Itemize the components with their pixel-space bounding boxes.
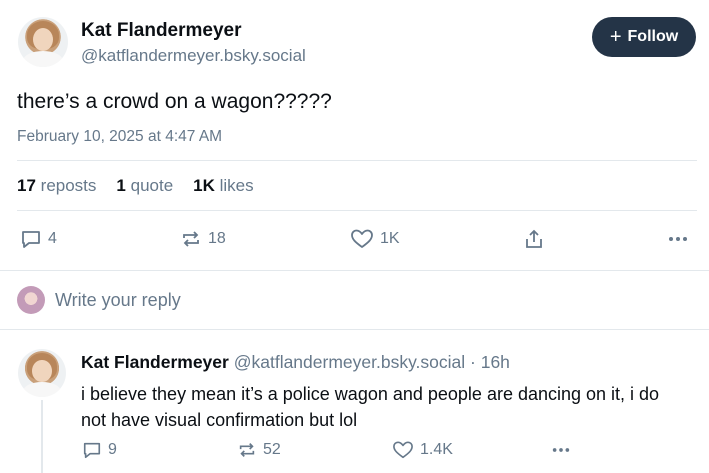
like-count: 1K xyxy=(380,230,400,247)
post-stats: 17 reposts 1 quote 1K likes xyxy=(17,176,254,196)
follow-button[interactable]: + Follow xyxy=(592,17,696,57)
reply-author-name[interactable]: Kat Flandermeyer xyxy=(81,352,229,372)
likes-count: 1K xyxy=(193,176,215,195)
likes-label: likes xyxy=(219,176,254,195)
my-avatar xyxy=(17,286,45,314)
share-button[interactable] xyxy=(523,228,545,250)
repost-count: 18 xyxy=(208,230,226,247)
ellipsis-icon xyxy=(552,448,570,452)
reply-more-options-button[interactable] xyxy=(550,440,572,460)
post-timestamp[interactable]: February 10, 2025 at 4:47 AM xyxy=(17,128,222,146)
reply-text: i believe they mean it’s a police wagon … xyxy=(81,384,660,430)
post-text: there’s a crowd on a wagon????? xyxy=(17,90,332,113)
reposts-label: reposts xyxy=(40,176,97,195)
likes-stat[interactable]: 1K likes xyxy=(193,176,253,196)
reply-time[interactable]: · 16h xyxy=(470,352,510,372)
reply-author-avatar[interactable] xyxy=(18,349,66,397)
reply-header: Kat Flandermeyer @katflandermeyer.bsky.s… xyxy=(81,352,510,373)
write-reply-input[interactable]: Write your reply xyxy=(55,290,675,311)
thread-line xyxy=(41,400,43,473)
divider-top xyxy=(17,160,697,161)
speech-bubble-icon xyxy=(22,231,40,248)
follow-label: Follow xyxy=(627,28,679,45)
quotes-count: 1 xyxy=(116,176,126,195)
avatar-face xyxy=(33,28,53,51)
share-icon xyxy=(526,229,542,248)
divider-stats xyxy=(17,210,697,211)
author-name[interactable]: Kat Flandermeyer xyxy=(81,20,242,42)
heart-icon xyxy=(351,229,373,248)
author-handle[interactable]: @katflandermeyer.bsky.social xyxy=(81,46,306,66)
repost-arrows-icon xyxy=(183,231,199,247)
reply-like-button[interactable]: 1.4K xyxy=(392,440,453,460)
ellipsis-icon xyxy=(669,237,687,241)
reply-author-handle[interactable]: @katflandermeyer.bsky.social xyxy=(234,352,465,372)
repost-arrows-icon xyxy=(239,443,255,457)
reply-count: 4 xyxy=(48,230,57,247)
reply-reply-count: 9 xyxy=(108,441,117,458)
plus-icon: + xyxy=(609,26,622,48)
reply-repost-button[interactable]: 52 xyxy=(237,440,281,460)
reply-button[interactable]: 4 xyxy=(20,228,57,250)
reply-reply-button[interactable]: 9 xyxy=(82,440,117,460)
reply-like-count: 1.4K xyxy=(420,441,453,458)
speech-bubble-icon xyxy=(83,442,101,459)
more-options-button[interactable] xyxy=(667,228,689,250)
reposts-stat[interactable]: 17 reposts xyxy=(17,176,96,196)
divider-composer xyxy=(0,329,709,330)
heart-icon xyxy=(393,441,413,459)
reply-repost-count: 52 xyxy=(263,441,281,458)
reposts-count: 17 xyxy=(17,176,36,195)
avatar-shirt xyxy=(23,51,63,67)
avatar-shirt xyxy=(22,381,62,397)
quotes-label: quote xyxy=(130,176,174,195)
avatar-face xyxy=(32,359,52,382)
quotes-stat[interactable]: 1 quote xyxy=(116,176,173,196)
repost-button[interactable]: 18 xyxy=(180,228,226,250)
like-button[interactable]: 1K xyxy=(350,228,400,250)
author-avatar[interactable] xyxy=(18,17,68,67)
divider-actions xyxy=(0,270,709,271)
